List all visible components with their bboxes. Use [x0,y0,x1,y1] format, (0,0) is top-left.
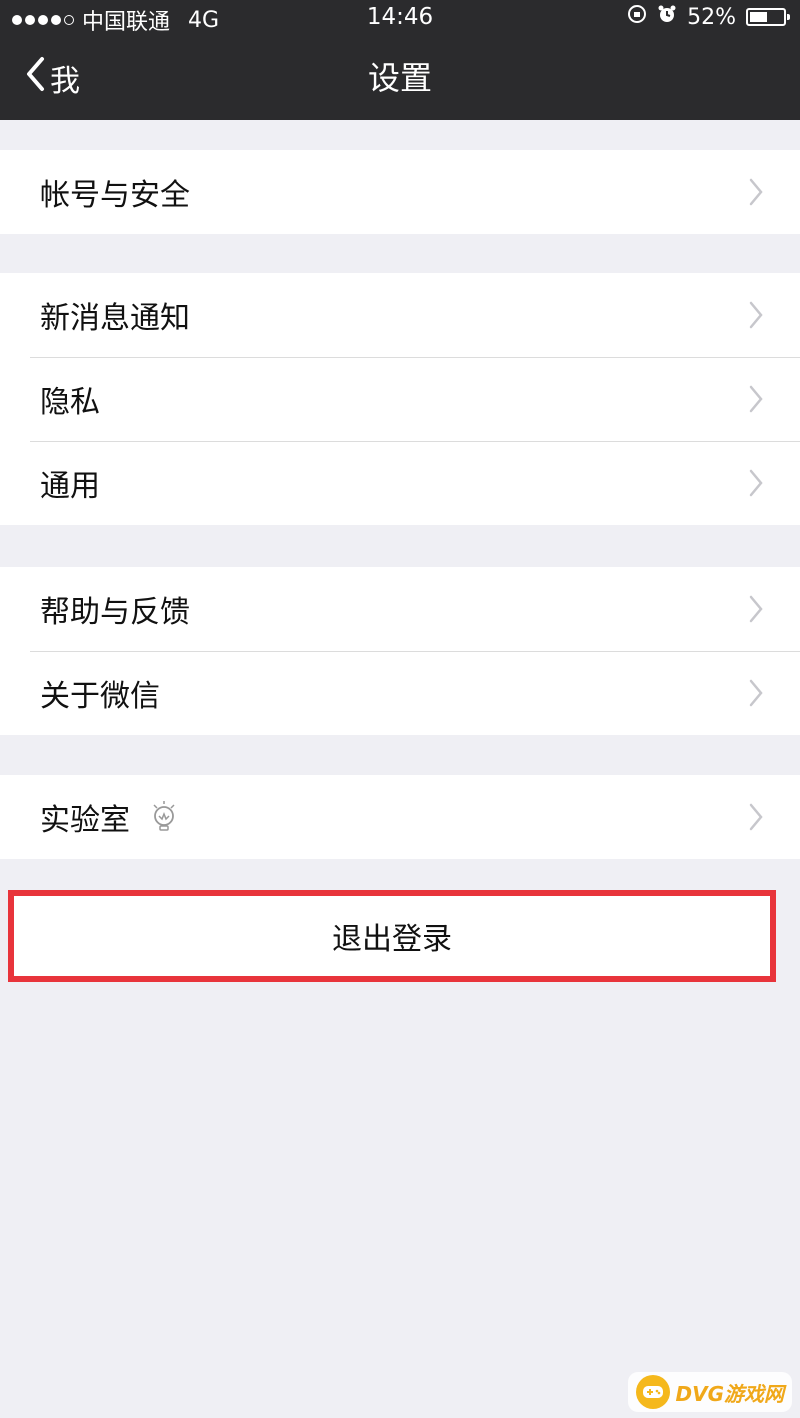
settings-item-label: 隐私 [40,385,100,420]
logout-label: 退出登录 [332,922,452,957]
rotation-lock-icon [627,4,647,30]
settings-item-about-wechat[interactable]: 关于微信 [0,651,800,735]
gamepad-icon [635,1375,670,1409]
battery-percent: 52% [687,4,736,30]
chevron-right-icon [748,384,764,418]
settings-item-label: 帐号与安全 [40,178,190,213]
settings-item-account-security[interactable]: 帐号与安全 [0,150,800,234]
status-bar: 中国联通 4G 14:46 52% [0,0,800,36]
watermark-text: DVG游戏网 [675,1381,785,1406]
settings-item-labs[interactable]: 实验室 [0,775,800,859]
battery-icon [746,8,790,26]
settings-group-help: 帮助与反馈 关于微信 [0,567,800,735]
chevron-right-icon [748,177,764,211]
chevron-right-icon [748,468,764,502]
chevron-right-icon [748,678,764,712]
settings-item-label: 新消息通知 [40,301,190,336]
settings-item-privacy[interactable]: 隐私 [0,357,800,441]
settings-item-notifications[interactable]: 新消息通知 [0,273,800,357]
settings-item-help-feedback[interactable]: 帮助与反馈 [0,567,800,651]
chevron-right-icon [748,594,764,628]
settings-group-labs: 实验室 [0,775,800,859]
chevron-right-icon [748,802,764,836]
watermark: DVG游戏网 [627,1372,792,1412]
chevron-right-icon [748,300,764,334]
page-title: 设置 [367,59,432,97]
settings-item-label: 关于微信 [40,679,160,714]
settings-item-label: 通用 [40,469,100,504]
settings-group-general: 新消息通知 隐私 通用 [0,273,800,525]
settings-item-general[interactable]: 通用 [0,441,800,525]
settings-group-account: 帐号与安全 [0,150,800,234]
alarm-icon [657,4,677,30]
status-bar-right: 52% [627,4,790,30]
settings-item-label: 实验室 [40,803,130,838]
logout-button[interactable]: 退出登录 [8,890,776,982]
lightbulb-icon [150,800,178,834]
settings-item-label: 帮助与反馈 [40,595,190,630]
navigation-bar: 我 设置 [0,36,800,120]
